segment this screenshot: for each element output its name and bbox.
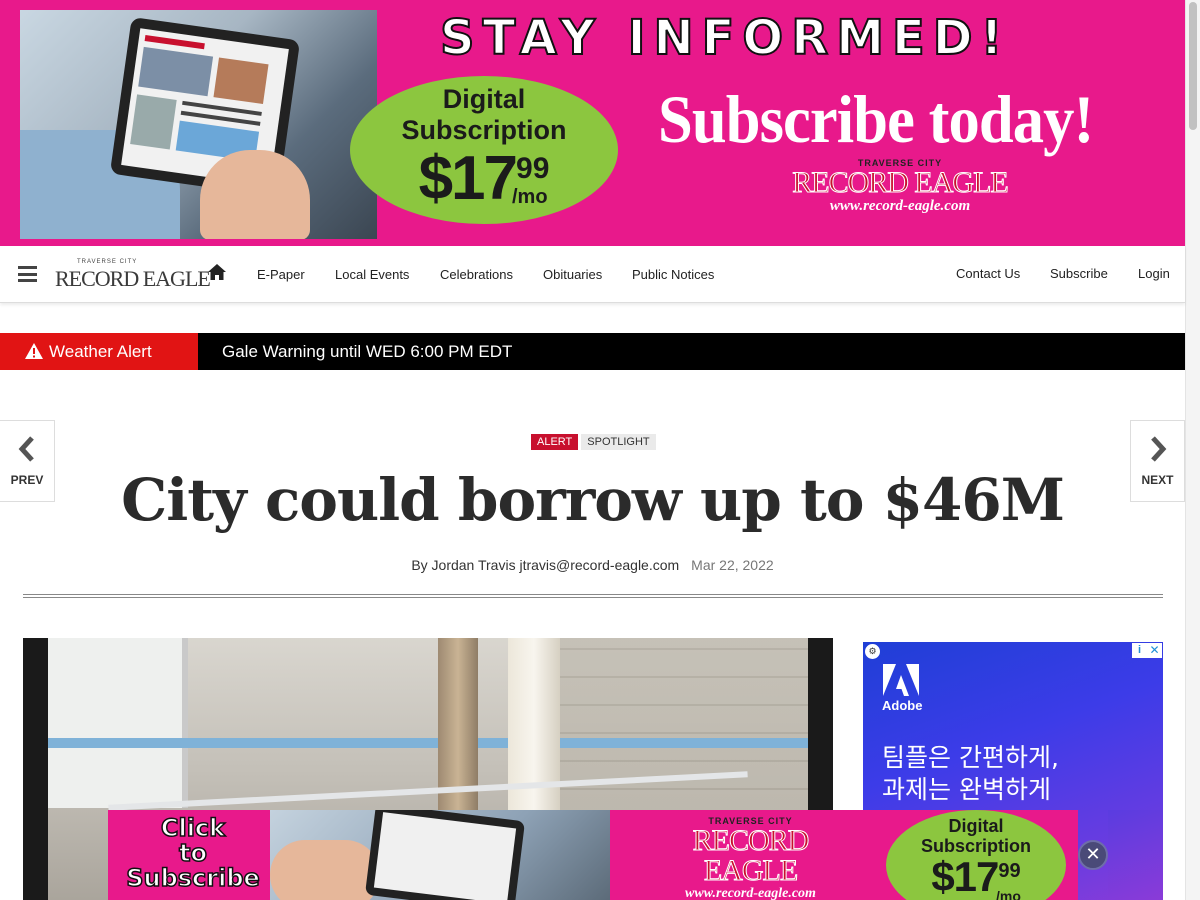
warning-icon [25, 343, 43, 359]
nav-item-login[interactable]: Login [1138, 266, 1170, 281]
click-line2: to [178, 839, 207, 867]
sticky-subscribe-ad[interactable]: Click to Subscribe TRAVERSE CITY RECORD … [108, 810, 1078, 900]
logo-name: RECORD EAGLE [792, 166, 1010, 199]
logo-url: www.record-eagle.com [685, 886, 816, 900]
ad-copy: 팀플은 간편하게, 과제는 완벽하게 [882, 742, 1059, 806]
byline-author[interactable]: By Jordan Travis jtravis@record-eagle.co… [411, 557, 679, 573]
adobe-logo-icon [883, 664, 919, 696]
offer-line2: Subscription [401, 115, 567, 145]
offer-price-dollars: $17 [931, 853, 999, 900]
article-badges: ALERT SPOTLIGHT [531, 434, 659, 452]
home-icon[interactable] [207, 263, 227, 281]
hamburger-menu-icon[interactable] [18, 266, 37, 282]
headline-divider [23, 594, 1163, 598]
offer-price-period: /mo [512, 186, 548, 208]
ad-brand: Adobe [882, 698, 923, 713]
offer-line1: Digital [948, 816, 1004, 836]
weather-alert-message[interactable]: Gale Warning until WED 6:00 PM EDT [222, 333, 512, 370]
sticky-ad-close-icon[interactable]: ✕ [1078, 840, 1108, 870]
weather-alert-label: Weather Alert [0, 333, 198, 370]
badge-spotlight[interactable]: SPOTLIGHT [581, 434, 656, 450]
logo-name: RECORD EAGLE [55, 266, 211, 291]
article-byline: By Jordan Travis jtravis@record-eagle.co… [0, 557, 1185, 573]
article-date: Mar 22, 2022 [691, 557, 774, 573]
nav-item-e-paper[interactable]: E-Paper [257, 267, 305, 282]
weather-alert-label-text: Weather Alert [49, 342, 152, 361]
main-navbar: TRAVERSE CITY RECORD EAGLE E-Paper Local… [0, 246, 1185, 303]
chevron-right-icon [1150, 436, 1166, 462]
ad-copy-line2: 과제는 완벽하게 [882, 775, 1051, 804]
sticky-record-eagle-logo: TRAVERSE CITY RECORD EAGLE www.record-ea… [648, 816, 853, 900]
logo-small-text: TRAVERSE CITY [77, 259, 138, 265]
ad-privacy-icon[interactable]: ⚙ [865, 644, 880, 659]
click-line1: Click [160, 814, 226, 842]
sticky-price-oval: Digital Subscription $1799 /mo [886, 810, 1066, 900]
nav-item-local-events[interactable]: Local Events [335, 267, 409, 282]
offer-price-period: /mo [996, 888, 1021, 900]
logo-name: RECORD EAGLE [692, 824, 810, 887]
offer-price-cents: 99 [998, 860, 1021, 882]
nav-item-celebrations[interactable]: Celebrations [440, 267, 513, 282]
sticky-tablet-photo [270, 810, 610, 900]
ad-close-icon[interactable]: ✕ [1147, 643, 1162, 658]
chevron-left-icon [18, 436, 34, 462]
badge-alert[interactable]: ALERT [531, 434, 579, 450]
nav-item-subscribe[interactable]: Subscribe [1050, 266, 1108, 281]
nav-item-contact-us[interactable]: Contact Us [956, 266, 1020, 281]
top-subscribe-banner-ad[interactable]: STAY INFORMED! Digital Subscription $179… [0, 0, 1185, 246]
banner-record-eagle-logo: TRAVERSE CITY RECORD EAGLE www.record-ea… [790, 158, 1010, 238]
sidebar-ad-overflow [1108, 810, 1163, 900]
click-to-subscribe-text: Click to Subscribe [118, 814, 268, 892]
nav-item-obituaries[interactable]: Obituaries [543, 267, 602, 282]
banner-price-oval: Digital Subscription $1799 /mo [350, 76, 618, 224]
ad-copy-line1: 팀플은 간편하게, [882, 743, 1059, 772]
weather-alert-bar[interactable]: Weather Alert Gale Warning until WED 6:0… [0, 333, 1185, 370]
offer-price-dollars: $17 [418, 144, 518, 213]
logo-url: www.record-eagle.com [829, 198, 971, 214]
page-scrollbar[interactable] [1185, 0, 1200, 900]
scrollbar-thumb[interactable] [1189, 2, 1197, 130]
nav-item-public-notices[interactable]: Public Notices [632, 267, 714, 282]
banner-tablet-photo [20, 10, 377, 239]
banner-cta: Subscribe today! [658, 81, 1094, 157]
banner-headline: STAY INFORMED! [439, 9, 1011, 67]
offer-price-cents: 99 [516, 152, 550, 185]
click-line3: Subscribe [125, 864, 260, 892]
site-logo[interactable]: TRAVERSE CITY RECORD EAGLE [55, 258, 211, 291]
article-headline: City could borrow up to $46M [121, 466, 1065, 534]
offer-line1: Digital [442, 84, 526, 114]
adchoices-icon[interactable]: i [1132, 643, 1147, 658]
